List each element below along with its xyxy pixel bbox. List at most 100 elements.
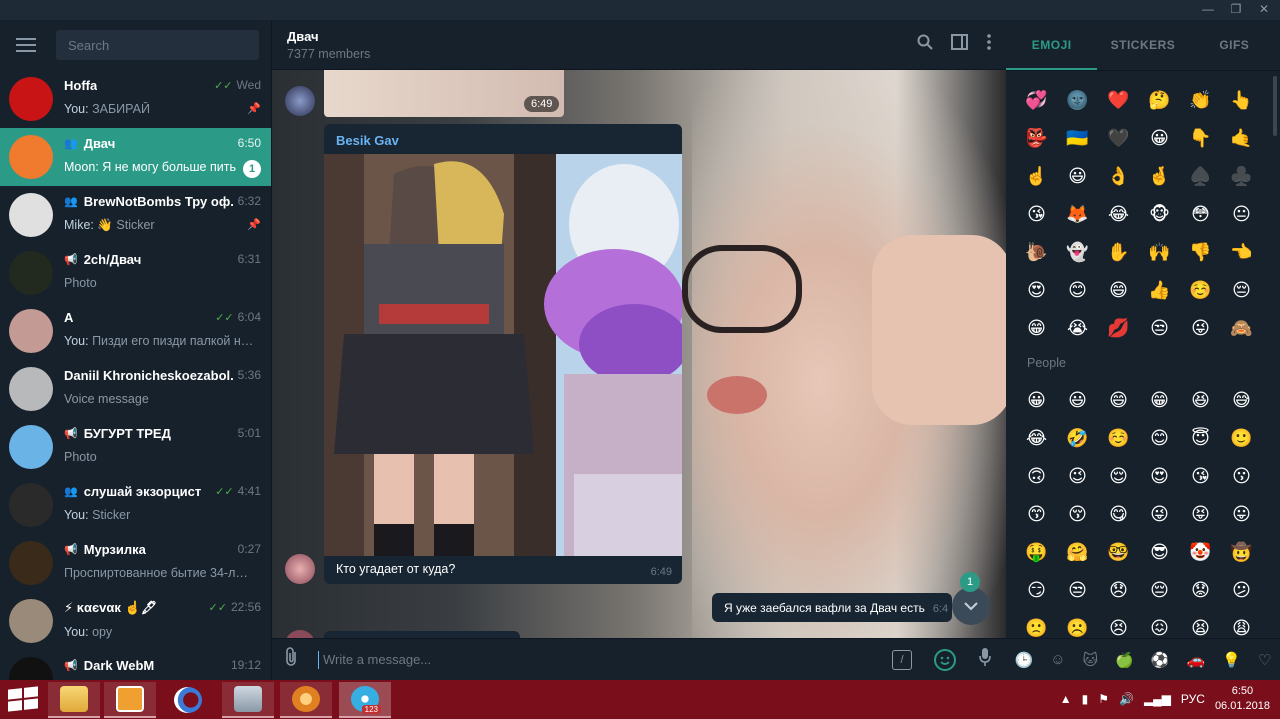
- emoji-item[interactable]: ❤️: [1098, 83, 1139, 117]
- emoji-item[interactable]: 👆: [1221, 83, 1262, 117]
- emoji-item[interactable]: 😁: [1139, 383, 1180, 417]
- taskbar-helm-app[interactable]: [280, 682, 332, 718]
- emoji-item[interactable]: 👍: [1139, 273, 1180, 307]
- emoji-item[interactable]: 👇: [1180, 121, 1221, 155]
- emoji-item[interactable]: 😂: [1016, 421, 1057, 455]
- emoji-item[interactable]: 😜: [1180, 311, 1221, 345]
- volume-icon[interactable]: 🔊: [1119, 692, 1134, 706]
- chat-item[interactable]: 👥 Двач 6:50 Moon: Я не могу больше пить 1: [0, 128, 271, 186]
- scroll-down-button[interactable]: [952, 587, 990, 625]
- emoji-item[interactable]: 😎: [1139, 535, 1180, 569]
- emoji-item[interactable]: ☺️: [1180, 273, 1221, 307]
- emoji-item[interactable]: 😇: [1180, 421, 1221, 455]
- taskbar-media-player[interactable]: [104, 682, 156, 718]
- message-bubble[interactable]: Besik Gav Кто угадает от куда? 6:49: [324, 124, 682, 584]
- emoji-item[interactable]: 🤔: [1139, 83, 1180, 117]
- restore-button[interactable]: ❐: [1230, 2, 1242, 16]
- emoji-item[interactable]: ✋: [1098, 235, 1139, 269]
- emoji-item[interactable]: 🖤: [1098, 121, 1139, 155]
- close-button[interactable]: ✕: [1258, 2, 1270, 16]
- emoji-item[interactable]: 😍: [1016, 273, 1057, 307]
- emoji-item[interactable]: 👌: [1098, 159, 1139, 193]
- emoji-item[interactable]: 🇺🇦: [1057, 121, 1098, 155]
- emoji-item[interactable]: 🤞: [1139, 159, 1180, 193]
- emoji-item[interactable]: 😕: [1221, 573, 1262, 607]
- emoji-item[interactable]: 🙈: [1221, 311, 1262, 345]
- chat-item[interactable]: 📢 Мурзилка 0:27 Проспиртованное бытие 34-л…: [0, 534, 271, 592]
- emoji-item[interactable]: 🐵: [1139, 197, 1180, 231]
- emoji-item[interactable]: 💞: [1016, 83, 1057, 117]
- emoji-item[interactable]: 🤑: [1016, 535, 1057, 569]
- emoji-item[interactable]: 👏: [1180, 83, 1221, 117]
- emoji-item[interactable]: 😍: [1139, 459, 1180, 493]
- emoji-item[interactable]: 😛: [1221, 497, 1262, 531]
- emoji-item[interactable]: 🌚: [1057, 83, 1098, 117]
- emoji-item[interactable]: 😜: [1139, 497, 1180, 531]
- emoji-item[interactable]: 😟: [1180, 573, 1221, 607]
- taskbar-folder[interactable]: [48, 682, 100, 718]
- emoji-item[interactable]: 😊: [1057, 273, 1098, 307]
- emoji-item[interactable]: 🙌: [1139, 235, 1180, 269]
- emoji-item[interactable]: 🙂: [1221, 421, 1262, 455]
- emoji-item[interactable]: ♣️: [1221, 159, 1262, 193]
- emoji-item[interactable]: ☝️: [1016, 159, 1057, 193]
- emoji-item[interactable]: ☺️: [1098, 421, 1139, 455]
- emoji-item[interactable]: 👎: [1180, 235, 1221, 269]
- emoji-item[interactable]: 👺: [1016, 121, 1057, 155]
- sender-avatar-2[interactable]: [285, 554, 315, 584]
- emoji-item[interactable]: 👻: [1057, 235, 1098, 269]
- chat-item[interactable]: ⚡ ĸαєvαк ☝️🖋 ✓✓ 22:56 You: ору: [0, 592, 271, 650]
- chat-item[interactable]: 📢 Dark WebM 19:12: [0, 650, 271, 680]
- message-bubble-partial[interactable]: [324, 631, 520, 638]
- message-author[interactable]: Besik Gav: [336, 133, 399, 148]
- menu-icon[interactable]: [16, 38, 36, 52]
- emoji-item[interactable]: 🤡: [1180, 535, 1221, 569]
- flag-icon[interactable]: ⚑: [1098, 692, 1109, 706]
- emoji-item[interactable]: 😉: [1057, 459, 1098, 493]
- sender-avatar-3[interactable]: [285, 630, 315, 638]
- emoji-item[interactable]: 😒: [1057, 573, 1098, 607]
- emoji-item[interactable]: 😘: [1016, 197, 1057, 231]
- tray-arrow-icon[interactable]: ▲: [1060, 692, 1072, 706]
- tab-emoji[interactable]: EMOJI: [1006, 20, 1098, 70]
- emoji-item[interactable]: 😃: [1057, 159, 1098, 193]
- emoji-item[interactable]: 😝: [1180, 497, 1221, 531]
- sports-category-icon[interactable]: ⚽: [1151, 651, 1170, 669]
- emoji-item[interactable]: 😗: [1221, 459, 1262, 493]
- taskbar-browser[interactable]: [162, 682, 214, 718]
- taskbar-photos[interactable]: [222, 682, 274, 718]
- emoji-item[interactable]: 😅: [1221, 383, 1262, 417]
- emoji-item[interactable]: 😆: [1180, 383, 1221, 417]
- emoji-item[interactable]: 😳: [1180, 197, 1221, 231]
- minimize-button[interactable]: —: [1202, 2, 1214, 16]
- chat-messages-area[interactable]: 6:49 Besik Gav Кто угадает от куда? 6:49…: [272, 70, 1006, 638]
- emoji-item[interactable]: 🙃: [1016, 459, 1057, 493]
- emoji-item[interactable]: 😞: [1098, 573, 1139, 607]
- search-icon[interactable]: [917, 34, 933, 55]
- emoji-item[interactable]: 😘: [1180, 459, 1221, 493]
- tab-stickers[interactable]: STICKERS: [1097, 20, 1188, 70]
- emoji-item[interactable]: 🤣: [1057, 421, 1098, 455]
- chat-title[interactable]: Двач: [287, 29, 319, 44]
- bot-commands-icon[interactable]: /: [892, 649, 912, 670]
- emoji-item[interactable]: 😊: [1139, 421, 1180, 455]
- emoji-item[interactable]: 😀: [1016, 383, 1057, 417]
- emoji-item[interactable]: 😚: [1057, 497, 1098, 531]
- emoji-item[interactable]: 😏: [1016, 573, 1057, 607]
- emoji-item[interactable]: 🤠: [1221, 535, 1262, 569]
- emoji-item[interactable]: 😭: [1057, 311, 1098, 345]
- symbols-category-icon[interactable]: ♡: [1258, 651, 1271, 669]
- sidebar-toggle-icon[interactable]: [951, 34, 968, 55]
- chat-item[interactable]: 📢 2ch/Двач 6:31 Photo: [0, 244, 271, 302]
- search-input[interactable]: Search: [56, 30, 259, 60]
- message-input[interactable]: Write a message...: [318, 650, 892, 669]
- animals-category-icon[interactable]: 🐱: [1083, 651, 1099, 669]
- microphone-icon[interactable]: [978, 647, 992, 672]
- food-category-icon[interactable]: 🍏: [1115, 651, 1134, 669]
- emoji-item[interactable]: 😒: [1139, 311, 1180, 345]
- chat-item[interactable]: Daniil Khronicheskoezabol... 5:36 Voice m…: [0, 360, 271, 418]
- attach-icon[interactable]: [272, 647, 312, 672]
- outgoing-message[interactable]: Я уже заебался вафли за Двач есть 6:4: [712, 593, 952, 622]
- language-indicator[interactable]: РУС: [1181, 692, 1205, 706]
- battery-icon[interactable]: ▮: [1082, 692, 1089, 706]
